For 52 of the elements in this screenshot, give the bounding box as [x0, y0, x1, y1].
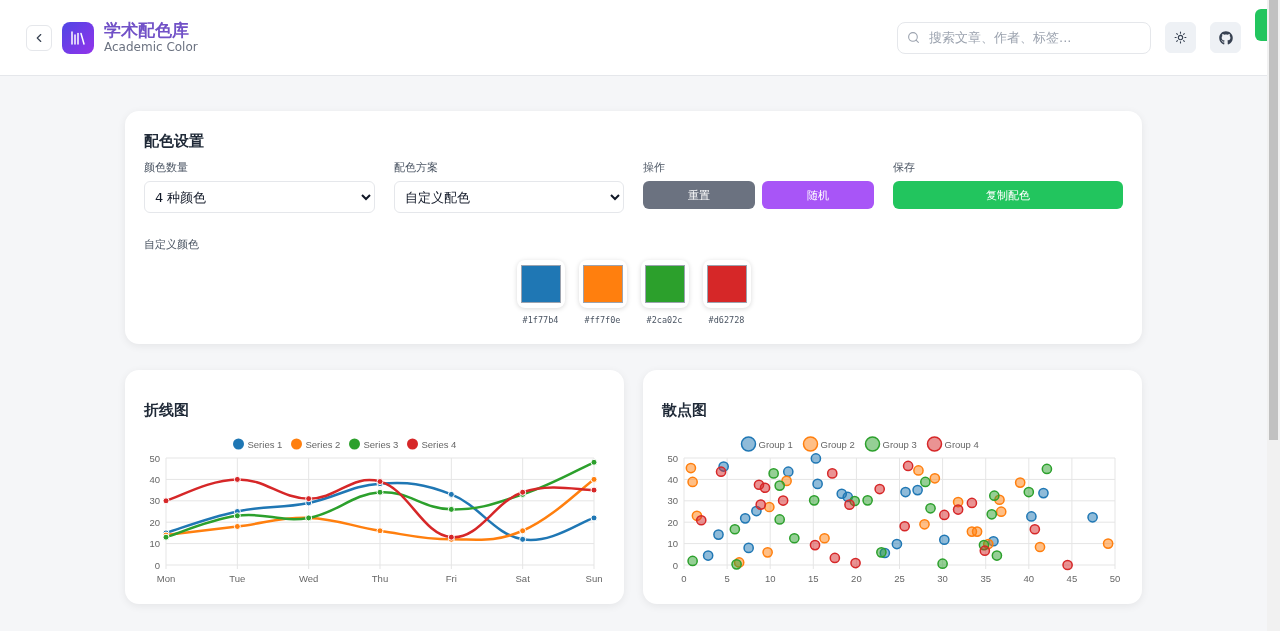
axis-label: 50 [1109, 573, 1121, 584]
axis-label: 25 [894, 573, 905, 584]
axis-label: 20 [667, 516, 678, 528]
axis-label: 40 [149, 473, 160, 485]
field-label: 颜色数量 [144, 161, 189, 175]
card-title: 配色设置 [144, 132, 205, 151]
field-label: 配色方案 [393, 161, 439, 175]
field-label: 自定义颜色 [144, 238, 199, 251]
axis-label: 30 [667, 495, 678, 507]
hex-code: #d62728 [708, 315, 745, 325]
legend-label: Series 2 [305, 438, 341, 450]
axis-label: Mon [156, 573, 176, 584]
axis-label: 50 [667, 452, 678, 464]
axis-label: Wed [299, 573, 319, 584]
legend-label: Series 1 [247, 438, 283, 450]
axis-label: 10 [764, 573, 776, 584]
field-label: 操作 [643, 161, 666, 175]
field-label: 保存 [892, 161, 916, 175]
hex-code: #2ca02c [646, 315, 683, 325]
hex-code: #ff7f0e [584, 315, 621, 325]
axis-label: Tue [229, 573, 246, 584]
axis-label: 15 [808, 573, 819, 584]
legend-label: Group 1 [758, 438, 793, 450]
axis-label: Thu [371, 573, 389, 584]
legend-label: Group 3 [882, 438, 917, 450]
axis-label: 10 [149, 538, 160, 550]
axis-label: 40 [667, 473, 678, 485]
axis-label: 40 [1023, 573, 1035, 584]
axis-label: Sat [515, 573, 530, 584]
axis-label: 35 [980, 573, 991, 584]
card-title: 折线图 [144, 401, 190, 420]
axis-label: Sun [585, 573, 603, 584]
legend-label: Series 4 [421, 438, 457, 450]
axis-label: 30 [937, 573, 948, 584]
axis-label: 5 [724, 573, 730, 584]
legend-label: Group 2 [820, 438, 855, 450]
axis-label: 30 [149, 495, 160, 507]
axis-label: 20 [149, 516, 160, 528]
axis-label: Fri [445, 573, 457, 584]
axis-label: 0 [672, 559, 678, 571]
axis-label: 0 [154, 559, 160, 571]
legend-label: Series 3 [363, 438, 399, 450]
axis-label: 20 [851, 573, 862, 584]
site-subtitle: Academic Color [104, 40, 198, 55]
axis-label: 50 [149, 452, 160, 464]
axis-label: 45 [1066, 573, 1078, 584]
site-title: 学术配色库 [104, 20, 190, 40]
axis-label: 10 [667, 538, 678, 550]
axis-label: 0 [681, 573, 687, 584]
legend-label: Group 4 [944, 438, 979, 450]
card-title: 散点图 [662, 401, 708, 420]
hex-code: #1f77b4 [522, 315, 559, 325]
